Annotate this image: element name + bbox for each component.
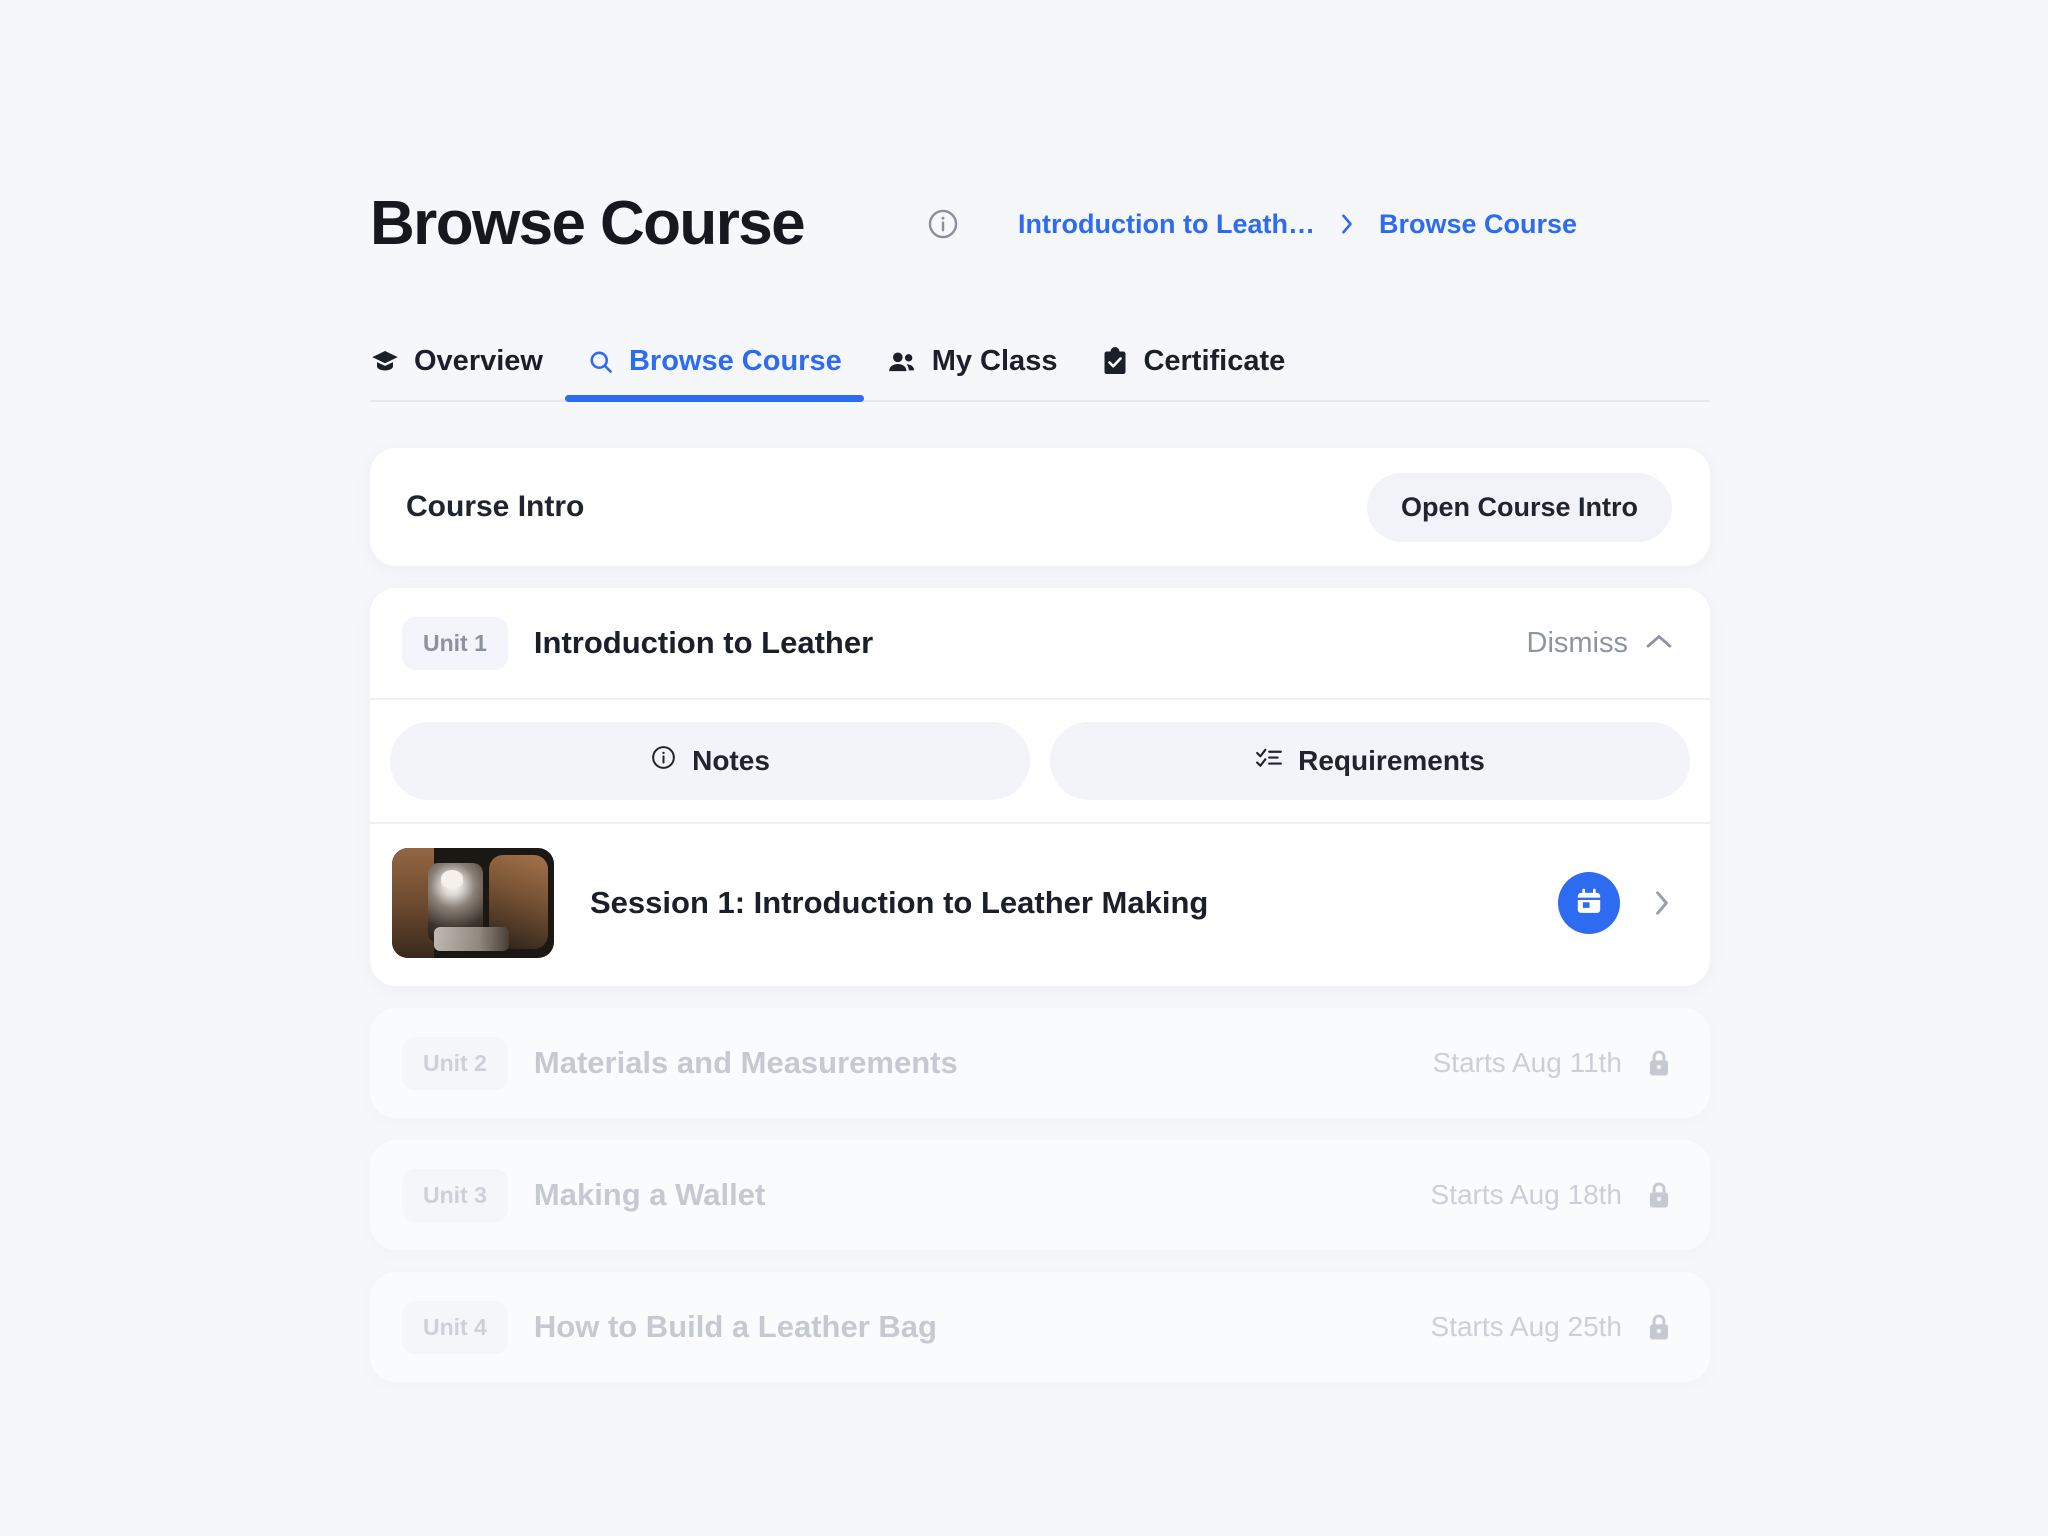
tab-certificate-label: Certificate <box>1143 345 1286 377</box>
dismiss-button[interactable]: Dismiss <box>1527 627 1675 660</box>
calendar-button[interactable] <box>1558 872 1620 934</box>
breadcrumb: Introduction to Leath… Browse Course <box>1018 209 1577 240</box>
tab-overview[interactable]: Overview <box>370 345 565 400</box>
notes-label: Notes <box>692 745 770 776</box>
chevron-up-icon <box>1644 627 1674 660</box>
lock-icon <box>1644 1179 1674 1211</box>
calendar-icon <box>1573 886 1605 921</box>
unit-1-title: Introduction to Leather <box>533 625 874 660</box>
course-intro-card: Course Intro Open Course Intro <box>370 448 1710 566</box>
unit-2-start-date: Starts Aug 11th <box>1432 1047 1622 1078</box>
unit-3-badge: Unit 3 <box>402 1168 508 1222</box>
open-course-intro-button[interactable]: Open Course Intro <box>1366 472 1672 542</box>
unit-3-start-date: Starts Aug 18th <box>1430 1179 1622 1210</box>
tab-bar: Overview Browse Course My Class Certific… <box>370 330 1710 402</box>
unit-3-card[interactable]: Unit 3 Making a Wallet Starts Aug 18th <box>370 1140 1710 1250</box>
unit-4-start-date: Starts Aug 25th <box>1430 1311 1622 1342</box>
unit-4-card[interactable]: Unit 4 How to Build a Leather Bag Starts… <box>370 1272 1710 1382</box>
unit-1-card: Unit 1 Introduction to Leather Dismiss N… <box>370 588 1710 986</box>
requirements-button[interactable]: Requirements <box>1050 722 1690 800</box>
people-icon <box>886 347 918 377</box>
requirements-label: Requirements <box>1298 745 1485 776</box>
session-chevron-right-icon[interactable] <box>1650 887 1674 919</box>
tab-overview-label: Overview <box>414 345 543 377</box>
chevron-right-icon <box>1337 211 1357 237</box>
dismiss-label: Dismiss <box>1526 626 1629 659</box>
unit-1-badge: Unit 1 <box>402 616 508 670</box>
graduation-cap-icon <box>370 347 400 377</box>
checklist-icon <box>1255 745 1283 777</box>
unit-1-actions: Notes Requirements <box>370 700 1710 822</box>
unit-2-badge: Unit 2 <box>402 1036 508 1090</box>
info-circle-icon[interactable] <box>926 207 960 241</box>
breadcrumb-current[interactable]: Browse Course <box>1379 209 1577 240</box>
clipboard-check-icon <box>1101 346 1129 377</box>
tab-my-class[interactable]: My Class <box>864 345 1080 400</box>
leather-workshop-thumbnail <box>392 848 554 958</box>
tab-certificate[interactable]: Certificate <box>1079 345 1307 400</box>
course-intro-label: Course Intro <box>406 490 585 523</box>
tab-browse-course-label: Browse Course <box>628 345 842 377</box>
page-header: Browse Course Introduction to Leath… Bro… <box>370 0 1710 272</box>
tab-my-class-label: My Class <box>931 345 1058 377</box>
session-row[interactable]: Session 1: Introduction to Leather Makin… <box>370 824 1710 986</box>
breadcrumb-parent[interactable]: Introduction to Leath… <box>1018 209 1315 240</box>
lock-icon <box>1644 1047 1674 1079</box>
unit-3-title: Making a Wallet <box>533 1177 766 1212</box>
browse-course-page: Browse Course Introduction to Leath… Bro… <box>370 0 1710 1536</box>
notes-button[interactable]: Notes <box>390 722 1030 800</box>
page-title: Browse Course <box>370 189 806 258</box>
search-icon <box>587 348 615 376</box>
unit-1-header[interactable]: Unit 1 Introduction to Leather Dismiss <box>370 588 1710 698</box>
unit-2-card[interactable]: Unit 2 Materials and Measurements Starts… <box>370 1008 1710 1118</box>
lock-icon <box>1644 1311 1674 1343</box>
session-title: Session 1: Introduction to Leather Makin… <box>590 885 1209 920</box>
unit-4-badge: Unit 4 <box>402 1300 508 1354</box>
unit-2-title: Materials and Measurements <box>533 1045 958 1080</box>
tab-browse-course[interactable]: Browse Course <box>564 345 864 402</box>
unit-4-title: How to Build a Leather Bag <box>533 1309 937 1344</box>
info-circle-icon <box>650 744 677 778</box>
